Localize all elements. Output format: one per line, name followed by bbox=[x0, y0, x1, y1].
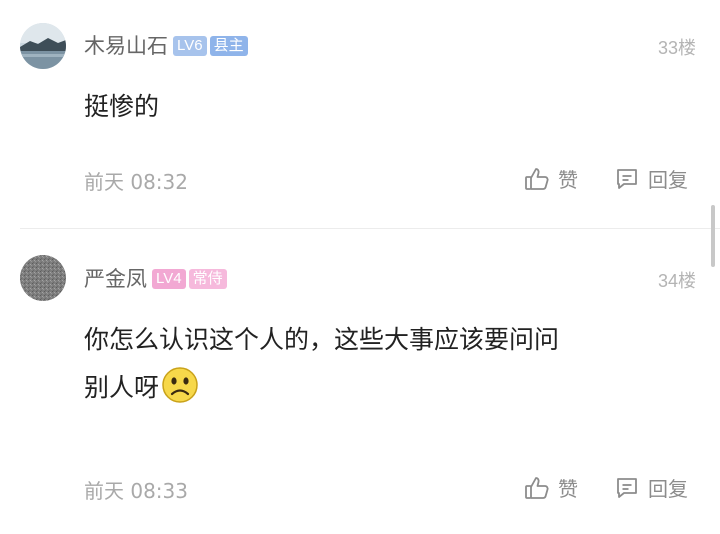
username-row: 严金凤 LV4 常侍 bbox=[84, 263, 227, 293]
comment-text: 挺惨的 bbox=[84, 83, 159, 131]
level-badge: LV4 bbox=[152, 269, 186, 289]
level-badge: LV6 bbox=[173, 36, 207, 56]
avatar[interactable] bbox=[20, 23, 66, 69]
thumbs-up-icon bbox=[525, 167, 549, 190]
reply-button[interactable]: 回复 bbox=[614, 164, 688, 193]
title-badge: 县主 bbox=[209, 36, 248, 56]
comment-text-line: 别人呀 bbox=[84, 373, 160, 402]
timestamp: 前天 08:33 bbox=[84, 479, 188, 503]
comment-text-line: 挺惨的 bbox=[84, 92, 160, 121]
thumbs-up-icon bbox=[525, 476, 549, 499]
reply-label: 回复 bbox=[648, 477, 688, 501]
comment-text: 你怎么认识这个人的，这些大事应该要问问 别人呀 bbox=[84, 316, 684, 420]
comment-text-line-with-emoji: 别人呀 bbox=[84, 364, 684, 420]
comment-bubble-icon bbox=[617, 477, 637, 498]
username[interactable]: 严金凤 bbox=[84, 267, 147, 291]
timestamp: 前天 08:32 bbox=[84, 170, 188, 194]
comment-item: 严金凤 LV4 常侍 34楼 你怎么认识这个人的，这些大事应该要问问 别人呀 前天 … bbox=[0, 230, 720, 534]
divider bbox=[20, 228, 720, 229]
comment-text-line: 你怎么认识这个人的，这些大事应该要问问 bbox=[84, 325, 560, 354]
sad-face-emoji bbox=[161, 366, 199, 420]
username-row: 木易山石 LV6 县主 bbox=[84, 30, 248, 60]
scrollbar[interactable] bbox=[711, 205, 715, 267]
username[interactable]: 木易山石 bbox=[84, 34, 168, 58]
like-label: 赞 bbox=[558, 168, 578, 192]
floor-number: 34楼 bbox=[657, 271, 696, 291]
avatar[interactable] bbox=[20, 255, 66, 301]
reply-label: 回复 bbox=[648, 168, 688, 192]
like-button[interactable]: 赞 bbox=[524, 164, 578, 193]
comment-item: 木易山石 LV6 县主 33楼 挺惨的 前天 08:32 赞 回复 bbox=[0, 0, 720, 228]
like-label: 赞 bbox=[558, 477, 578, 501]
floor-number: 33楼 bbox=[657, 38, 696, 58]
reply-button[interactable]: 回复 bbox=[614, 473, 688, 502]
like-button[interactable]: 赞 bbox=[524, 473, 578, 502]
title-badge: 常侍 bbox=[188, 269, 227, 289]
comment-bubble-icon bbox=[617, 168, 637, 189]
